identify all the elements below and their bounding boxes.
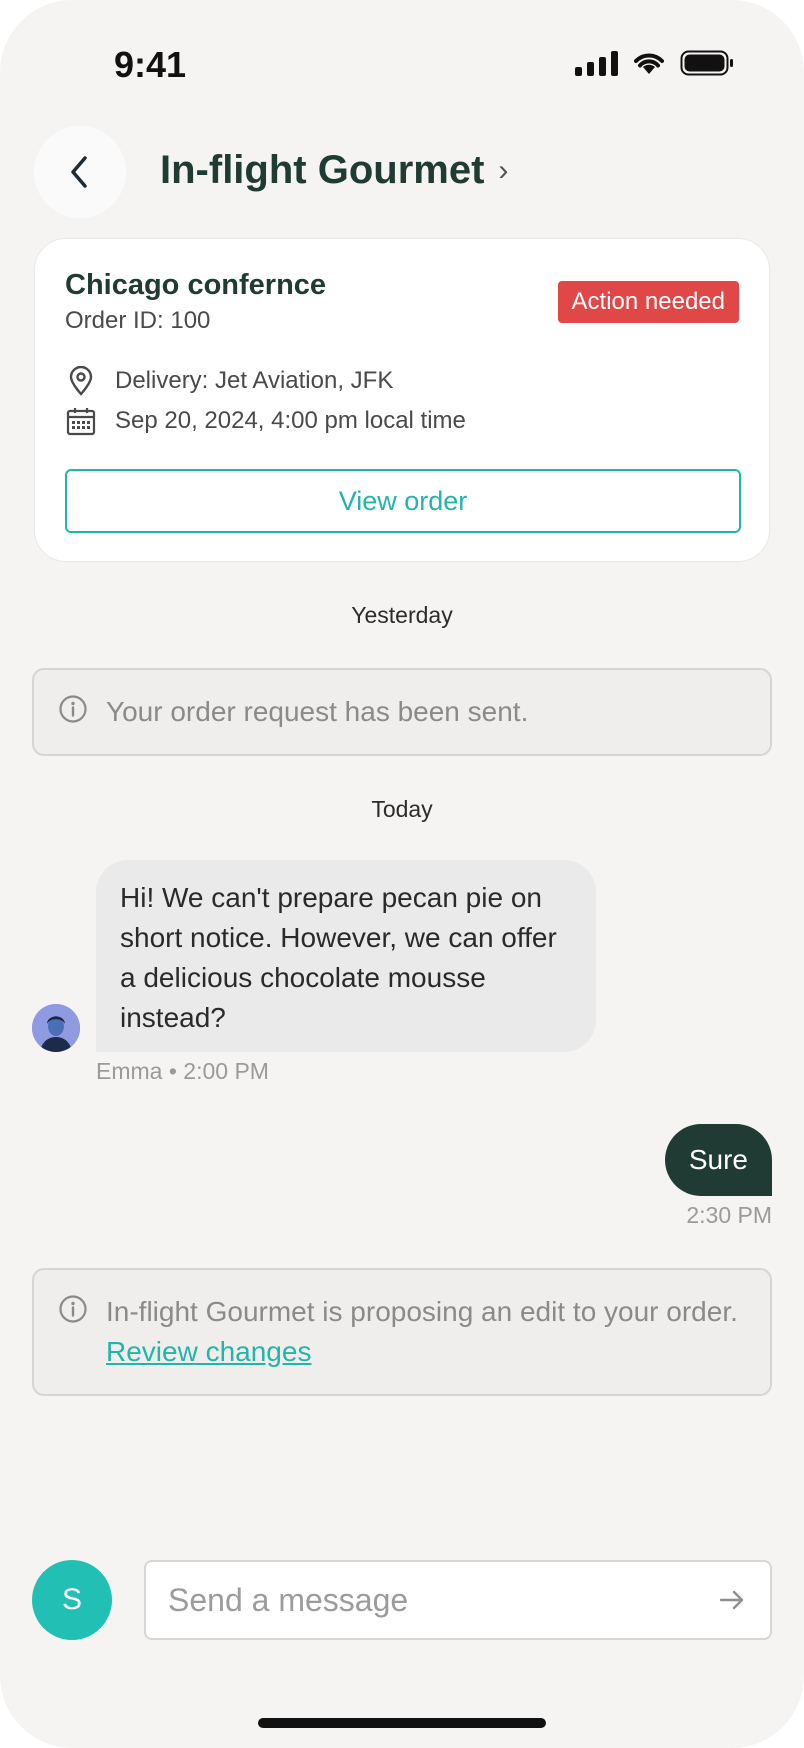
info-icon (58, 694, 88, 731)
system-notice-sent: Your order request has been sent. (32, 668, 772, 756)
outgoing-message-time: 2:30 PM (686, 1202, 772, 1228)
map-pin-icon (65, 365, 97, 397)
back-button[interactable] (34, 126, 126, 218)
incoming-message-meta: Emma • 2:00 PM (96, 1058, 269, 1084)
system-notice-edit: In-flight Gourmet is proposing an edit t… (32, 1268, 772, 1396)
message-input[interactable] (168, 1562, 688, 1638)
notice-text: In-flight Gourmet is proposing an edit t… (106, 1292, 746, 1372)
battery-icon (680, 50, 733, 76)
message-composer (144, 1560, 772, 1640)
chevron-left-icon (71, 156, 87, 188)
vendor-title-link[interactable]: In-flight Gourmet › (160, 148, 508, 193)
delivery-row: Delivery: Jet Aviation, JFK (65, 365, 393, 397)
date-separator-yesterday: Yesterday (351, 602, 453, 628)
datetime-row: Sep 20, 2024, 4:00 pm local time (65, 405, 466, 437)
cellular-signal-icon (575, 50, 618, 76)
calendar-icon (65, 405, 97, 437)
order-card: Chicago confernce Order ID: 100 Action n… (34, 238, 770, 562)
review-changes-link[interactable]: Review changes (106, 1336, 311, 1367)
incoming-message-bubble: Hi! We can't prepare pecan pie on short … (96, 860, 596, 1052)
view-order-button[interactable]: View order (65, 469, 741, 533)
arrow-right-icon[interactable] (716, 1584, 748, 1616)
info-icon (58, 1294, 88, 1331)
date-separator-today: Today (371, 796, 433, 822)
order-id: Order ID: 100 (65, 307, 211, 334)
chevron-right-icon: › (498, 153, 509, 187)
status-time: 9:41 (114, 44, 187, 85)
notice-edit-text: In-flight Gourmet is proposing an edit t… (106, 1296, 738, 1327)
wifi-icon (634, 53, 664, 74)
delivery-location: Delivery: Jet Aviation, JFK (115, 367, 394, 394)
status-icons (575, 50, 734, 76)
page-title: In-flight Gourmet (160, 148, 485, 192)
delivery-datetime: Sep 20, 2024, 4:00 pm local time (115, 407, 466, 434)
outgoing-message-bubble: Sure (664, 1124, 772, 1196)
home-indicator[interactable] (258, 1718, 546, 1728)
user-avatar[interactable]: S (32, 1560, 112, 1640)
avatar (32, 1004, 80, 1052)
notice-text: Your order request has been sent. (106, 696, 529, 727)
status-badge: Action needed (557, 281, 739, 323)
order-title: Chicago confernce (65, 269, 327, 301)
phone-screen: 9:41 In-flight Gourmet › Chicago confern… (0, 0, 804, 1748)
